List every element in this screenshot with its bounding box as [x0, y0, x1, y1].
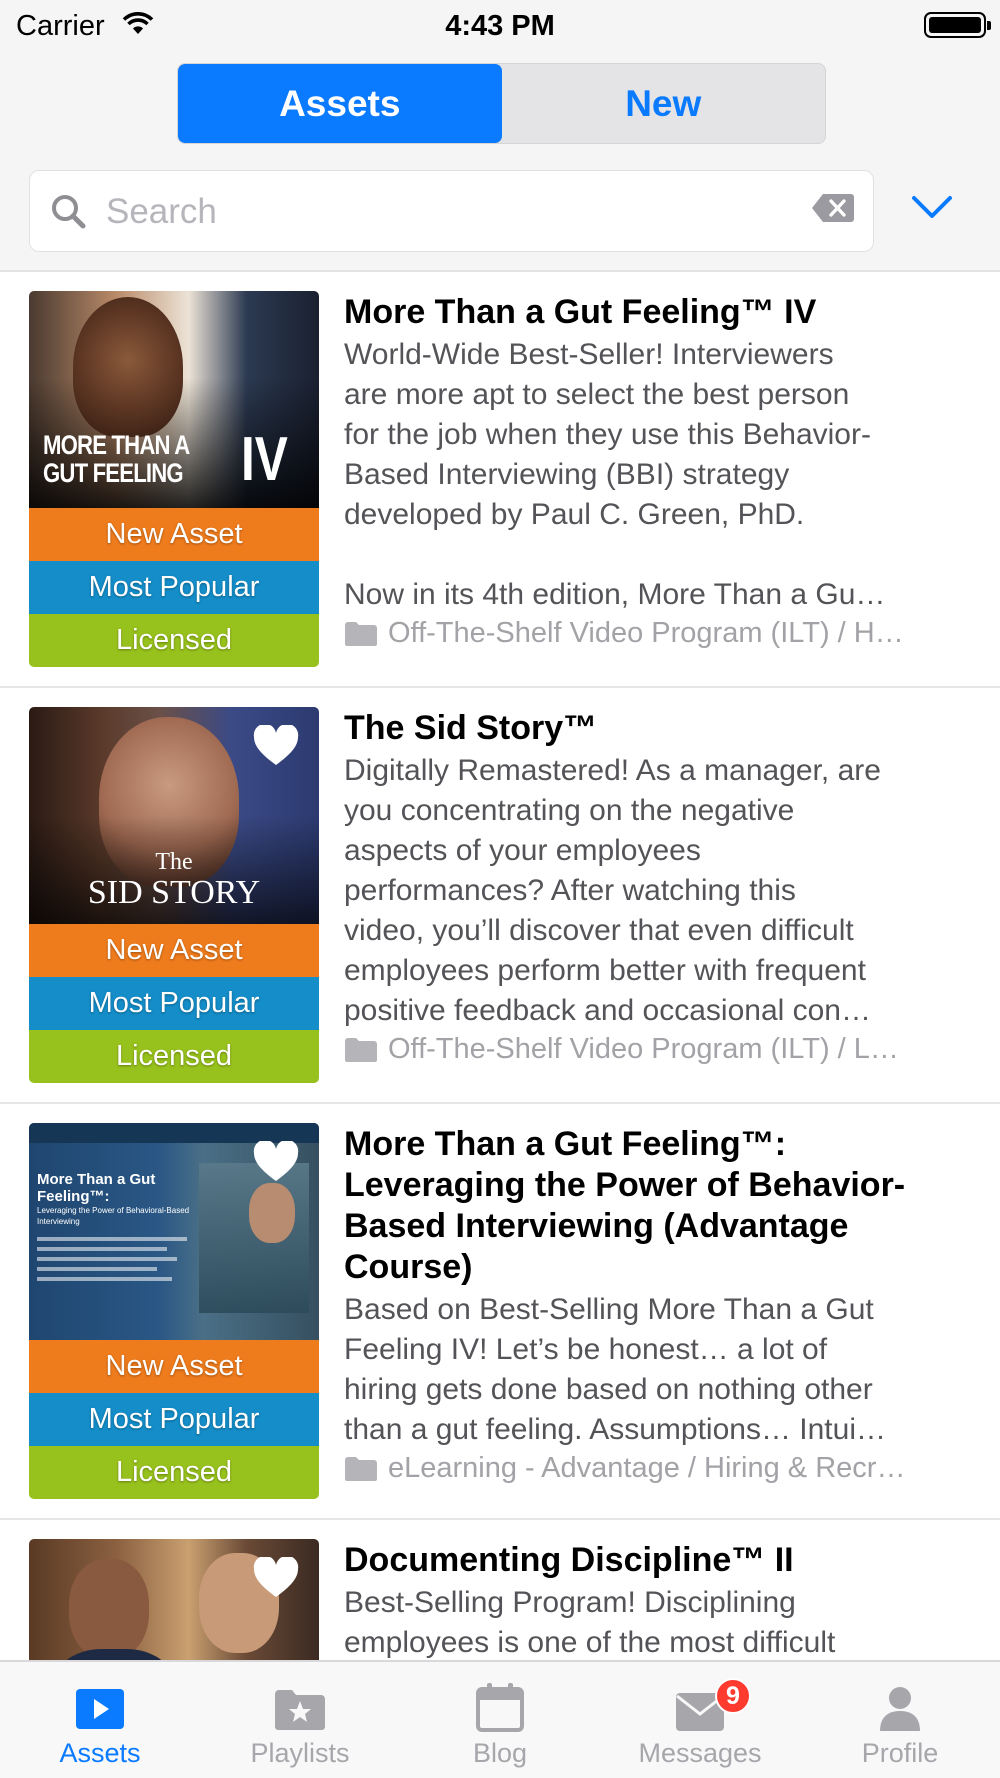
tag-new-asset: New Asset [29, 508, 319, 561]
asset-description: Digitally Remastered! As a manager, are … [344, 754, 881, 1027]
asset-thumbnail[interactable]: MORE THAN A GUT FEELING IV New Asset Mos… [29, 291, 319, 667]
tag-most-popular: Most Popular [29, 1393, 319, 1446]
heart-icon[interactable] [253, 1139, 299, 1188]
asset-title: More Than a Gut Feeling™ IV [344, 293, 817, 331]
folder-icon [345, 1456, 377, 1481]
tab-bar: Assets Playlists Blog 9 Messages Profile [0, 1660, 1000, 1778]
status-time: 4:43 PM [445, 10, 555, 42]
heart-icon[interactable] [253, 723, 299, 772]
calendar-icon [476, 1680, 524, 1732]
list-item[interactable]: The SID STORY New Asset Most Popular Lic… [0, 688, 1000, 1104]
asset-list: MORE THAN A GUT FEELING IV New Asset Mos… [0, 272, 1000, 1660]
chevron-down-icon[interactable] [910, 192, 954, 227]
tab-profile[interactable]: Profile [800, 1662, 1000, 1778]
tab-assets[interactable]: Assets [0, 1662, 200, 1778]
asset-category: Off-The-Shelf Video Program (ILT) / L… [344, 1033, 974, 1066]
tag-new-asset: New Asset [29, 1340, 319, 1393]
thumbnail-caption: The SID STORY [87, 849, 261, 911]
tag-new-asset: New Asset [29, 924, 319, 977]
thumbnail-image: MORE THAN A GUT FEELING IV [29, 291, 319, 508]
list-item[interactable]: Documenting Discipline™ II Best-Selling … [0, 1520, 1000, 1660]
asset-thumbnail[interactable]: More Than a Gut Feeling™: Leveraging the… [29, 1123, 319, 1499]
thumbnail-image [29, 1539, 319, 1660]
tab-label: Assets [59, 1738, 141, 1768]
asset-thumbnail[interactable] [29, 1539, 319, 1660]
search-input[interactable] [106, 185, 726, 239]
tag-most-popular: Most Popular [29, 561, 319, 614]
tag-licensed: Licensed [29, 614, 319, 667]
unread-badge: 9 [715, 1678, 751, 1714]
asset-thumbnail[interactable]: The SID STORY New Asset Most Popular Lic… [29, 707, 319, 1083]
tab-label: Messages [638, 1738, 762, 1768]
heart-icon[interactable] [253, 1555, 299, 1604]
search-bar [29, 170, 874, 252]
status-bar: Carrier 4:43 PM [0, 0, 1000, 52]
search-icon [50, 193, 88, 236]
thumbnail-image: More Than a Gut Feeling™: Leveraging the… [29, 1123, 319, 1340]
tab-blog[interactable]: Blog [400, 1662, 600, 1778]
tab-label: Playlists [250, 1738, 350, 1768]
asset-description: World-Wide Best-Seller! Interviewers are… [344, 338, 886, 611]
list-item[interactable]: MORE THAN A GUT FEELING IV New Asset Mos… [0, 272, 1000, 688]
folder-star-icon [274, 1680, 326, 1732]
tab-label: Blog [472, 1738, 528, 1768]
clear-search-icon[interactable] [811, 193, 855, 228]
play-icon [75, 1680, 125, 1732]
folder-icon [345, 621, 377, 646]
thumbnail-caption: MORE THAN A GUT FEELING [43, 430, 190, 488]
tag-most-popular: Most Popular [29, 977, 319, 1030]
segmented-control: Assets New [177, 63, 826, 144]
header: Carrier 4:43 PM Assets New [0, 0, 1000, 272]
list-item[interactable]: More Than a Gut Feeling™: Leveraging the… [0, 1104, 1000, 1520]
tab-label: Profile [861, 1738, 939, 1768]
asset-title: Documenting Discipline™ II [344, 1541, 794, 1579]
asset-description: Based on Best-Selling More Than a Gut Fe… [344, 1293, 886, 1446]
person-icon [879, 1680, 921, 1732]
asset-title: The Sid Story™ [344, 709, 598, 747]
tag-licensed: Licensed [29, 1030, 319, 1083]
segment-assets[interactable]: Assets [178, 64, 502, 143]
asset-category: Off-The-Shelf Video Program (ILT) / H… [344, 617, 974, 650]
tag-licensed: Licensed [29, 1446, 319, 1499]
thumbnail-caption-numeral: IV [241, 425, 288, 494]
tab-messages[interactable]: 9 Messages [600, 1662, 800, 1778]
asset-description: Best-Selling Program! Disciplining emplo… [344, 1586, 836, 1659]
asset-category: eLearning - Advantage / Hiring & Recr… [344, 1452, 974, 1485]
folder-icon [345, 1037, 377, 1062]
tab-playlists[interactable]: Playlists [200, 1662, 400, 1778]
asset-title: More Than a Gut Feeling™: Leveraging the… [344, 1125, 906, 1286]
thumbnail-caption: More Than a Gut Feeling™: Leveraging the… [37, 1171, 217, 1281]
thumbnail-image: The SID STORY [29, 707, 319, 924]
segment-new[interactable]: New [502, 64, 826, 143]
battery-icon [924, 12, 991, 38]
